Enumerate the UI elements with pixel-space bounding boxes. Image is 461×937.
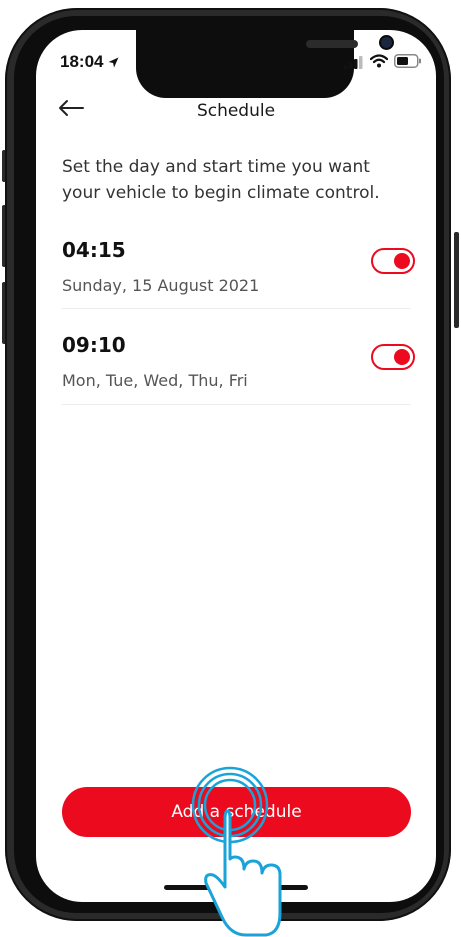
status-time-text: 18:04 — [60, 52, 104, 71]
tap-hand-icon — [191, 766, 282, 937]
schedule-toggle[interactable] — [371, 344, 415, 370]
nav-bar: Schedule — [36, 85, 436, 135]
front-camera — [381, 37, 392, 48]
schedule-item[interactable]: 04:15 Sunday, 15 August 2021 — [62, 238, 410, 295]
schedule-days: Sunday, 15 August 2021 — [62, 276, 260, 295]
toggle-knob — [394, 253, 410, 269]
divider — [62, 404, 410, 405]
toggle-knob — [394, 349, 410, 365]
schedule-toggle[interactable] — [371, 248, 415, 274]
battery-icon — [394, 54, 421, 68]
status-icons — [344, 52, 424, 70]
wifi-icon — [370, 54, 388, 68]
divider — [62, 308, 410, 309]
signal-icon — [344, 56, 363, 69]
schedule-time: 04:15 — [62, 238, 126, 262]
status-time: 18:04 — [60, 52, 119, 72]
description-text: Set the day and start time you want your… — [62, 157, 380, 203]
page-title: Schedule — [196, 101, 276, 121]
speaker-grille — [306, 40, 358, 48]
schedule-time: 09:10 — [62, 333, 126, 357]
schedule-days: Mon, Tue, Wed, Thu, Fri — [62, 371, 248, 390]
location-arrow-icon — [108, 57, 119, 68]
power-button — [454, 232, 459, 328]
schedule-item[interactable]: 09:10 Mon, Tue, Wed, Thu, Fri — [62, 333, 410, 390]
